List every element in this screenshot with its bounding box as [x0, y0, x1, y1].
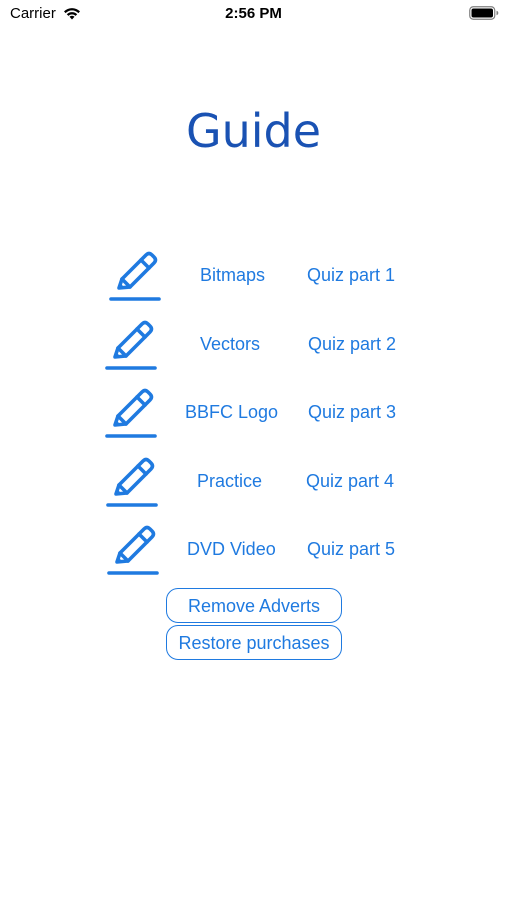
guide-row-1: Bitmaps Quiz part 1 [0, 244, 507, 304]
quiz-link[interactable]: Quiz part 2 [308, 334, 396, 355]
pencil-icon[interactable] [106, 246, 162, 302]
status-time: 2:56 PM [225, 5, 282, 22]
pencil-icon[interactable] [104, 520, 160, 576]
topic-link[interactable]: BBFC Logo [185, 402, 278, 423]
topic-link[interactable]: Practice [197, 471, 262, 492]
remove-adverts-button[interactable]: Remove Adverts [166, 588, 342, 623]
pencil-icon[interactable] [102, 383, 158, 439]
quiz-link[interactable]: Quiz part 4 [306, 471, 394, 492]
topic-link[interactable]: Bitmaps [200, 265, 265, 286]
guide-row-4: Practice Quiz part 4 [0, 450, 507, 510]
guide-row-3: BBFC Logo Quiz part 3 [0, 381, 507, 441]
topic-link[interactable]: Vectors [200, 334, 260, 355]
restore-purchases-button[interactable]: Restore purchases [166, 625, 342, 660]
guide-row-2: Vectors Quiz part 2 [0, 313, 507, 373]
pencil-icon[interactable] [102, 315, 158, 371]
battery-icon [469, 6, 499, 20]
status-bar: Carrier 2:56 PM [0, 0, 507, 28]
quiz-link[interactable]: Quiz part 1 [307, 265, 395, 286]
topic-link[interactable]: DVD Video [187, 539, 276, 560]
quiz-link[interactable]: Quiz part 5 [307, 539, 395, 560]
pencil-icon[interactable] [103, 452, 159, 508]
quiz-link[interactable]: Quiz part 3 [308, 402, 396, 423]
guide-row-5: DVD Video Quiz part 5 [0, 518, 507, 578]
page-title: Guide [185, 104, 322, 158]
